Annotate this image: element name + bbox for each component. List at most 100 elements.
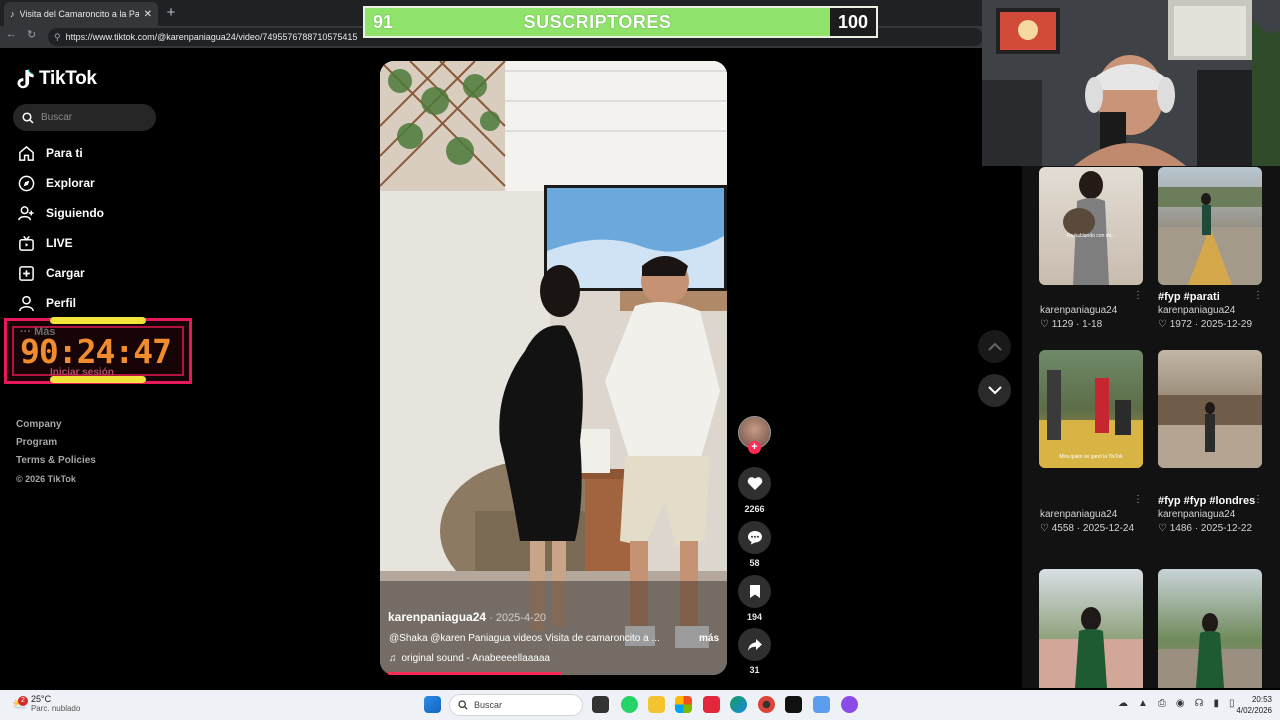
profile-icon: [19, 295, 34, 311]
sidebar-item-label: LIVE: [46, 236, 73, 250]
grid-video-title[interactable]: #fyp #parati: [1158, 290, 1252, 304]
notepad-icon[interactable]: [813, 696, 830, 713]
sidebar-item-live[interactable]: LIVE: [18, 233, 73, 253]
grid-video-user[interactable]: karenpaniagua24: [1040, 304, 1117, 318]
following-icon: [18, 205, 34, 220]
video-username[interactable]: karenpaniagua24: [388, 610, 486, 624]
more-options-icon[interactable]: ⋮: [1253, 290, 1263, 301]
grid-video-date: 2025-12-22: [1200, 523, 1253, 534]
grid-video-user[interactable]: karenpaniagua24: [1158, 508, 1258, 522]
sidebar-item-cargar[interactable]: Cargar: [18, 263, 85, 283]
grid-video-thumbnail[interactable]: [1039, 569, 1143, 688]
back-icon[interactable]: ←: [6, 28, 17, 41]
comment-button[interactable]: 58: [738, 521, 771, 568]
more-button[interactable]: más: [699, 633, 719, 644]
sidebar-item-siguiendo[interactable]: Siguiendo: [18, 203, 104, 223]
heart-outline-icon: ♡: [1158, 523, 1167, 534]
previous-video-button[interactable]: [978, 330, 1011, 363]
sidebar-footer: Company Program Terms & Policies © 2026 …: [16, 416, 96, 488]
share-icon: [747, 638, 762, 651]
video-sound[interactable]: ♫ original sound - Anabeeeellaaaaa: [389, 653, 550, 664]
grid-video-user[interactable]: karenpaniagua24: [1158, 304, 1252, 318]
windows-start-icon[interactable]: [424, 696, 441, 713]
app-m-icon[interactable]: [785, 696, 802, 713]
more-options-icon[interactable]: ⋮: [1133, 494, 1143, 505]
system-tray[interactable]: ☁▲⎙◉☊▮▯: [1118, 698, 1245, 709]
reload-icon[interactable]: ↻: [27, 28, 36, 41]
more-options-icon[interactable]: ⋮: [1133, 290, 1143, 301]
weather-desc: Parc. nublado: [30, 704, 81, 713]
thumb-illustration: [1039, 607, 1143, 688]
sidebar-item-perfil[interactable]: Perfil: [18, 293, 76, 313]
sidebar-item-label: Siguiendo: [46, 206, 104, 220]
footer-link-program[interactable]: Program: [16, 434, 96, 452]
tiktok-logo[interactable]: TikTok: [17, 68, 97, 90]
webcam-scene: [982, 0, 1280, 166]
comment-icon: [747, 531, 762, 545]
music-note-icon: ♫: [389, 653, 397, 664]
store-icon[interactable]: [675, 696, 692, 713]
taskbar-search-label: Buscar: [474, 700, 503, 710]
grid-video-views: 1486: [1169, 523, 1192, 534]
grid-video-title[interactable]: #fyp #fyp #londres: [1158, 494, 1258, 508]
sidebar-item-explorar[interactable]: Explorar: [18, 173, 95, 193]
grid-video-thumbnail[interactable]: Pa hablando con mi...: [1039, 167, 1143, 285]
clock-date: 4/02/2026: [1236, 706, 1272, 715]
grid-video-thumbnail[interactable]: Mira quién se ganó la TikTok: [1039, 350, 1143, 468]
heart-outline-icon: ♡: [1040, 319, 1049, 330]
subscriber-current: 91: [373, 11, 394, 32]
video-caption-header: karenpaniagua24 · 2025-4-20: [388, 610, 718, 624]
video-player[interactable]: [380, 61, 727, 675]
weather-temp: 25°C: [30, 694, 52, 704]
video-frame-illustration: [380, 61, 727, 675]
thumb-illustration: [1158, 613, 1262, 688]
grid-video-thumbnail[interactable]: [1158, 569, 1262, 688]
grid-video-user[interactable]: karenpaniagua24: [1040, 508, 1134, 522]
save-button[interactable]: 194: [738, 575, 771, 622]
thumb-overlay-text: Pa hablando con mi...: [1067, 233, 1115, 239]
thumb-illustration: Mira quién se ganó la TikTok: [1039, 370, 1143, 468]
search-input[interactable]: Buscar: [13, 104, 156, 131]
countdown-timer: 90:24:47: [20, 332, 172, 371]
grid-video-date: 2025-12-24: [1082, 523, 1135, 534]
logo-text: TikTok: [39, 68, 97, 89]
next-video-button[interactable]: [978, 374, 1011, 407]
url-text: https://www.tiktok.com/@karenpaniagua24/…: [65, 32, 358, 42]
chrome-icon[interactable]: [758, 696, 775, 713]
grid-video-views: 1129: [1051, 319, 1074, 330]
site-info-icon[interactable]: ⚲: [54, 32, 61, 43]
weather-widget[interactable]: ⛅2 25°C Parc. nublado: [12, 694, 80, 714]
webcam-overlay: [982, 0, 1280, 166]
grid-video-date: 1-18: [1082, 319, 1103, 330]
file-explorer-icon[interactable]: [648, 696, 665, 713]
save-count: 194: [746, 612, 763, 622]
browser-tab[interactable]: ♪ Visita del Camaroncito a la Pastelería…: [4, 2, 158, 26]
thumb-illustration: [1158, 395, 1262, 468]
grid-video-thumbnail[interactable]: [1158, 350, 1262, 468]
share-button[interactable]: 31: [738, 628, 771, 675]
new-tab-button[interactable]: +: [162, 3, 180, 23]
edge-icon[interactable]: [730, 696, 747, 713]
task-view-icon[interactable]: [592, 696, 609, 713]
sidebar-item-label: Perfil: [46, 296, 77, 310]
sidebar-item-label: Para ti: [46, 146, 83, 160]
follow-plus-icon[interactable]: +: [748, 441, 761, 454]
thumb-illustration: Pa hablando con mi...: [1063, 171, 1115, 285]
grid-video-meta: #fyp #fyp #londres karenpaniagua24 ♡ 148…: [1158, 494, 1258, 536]
taskbar-search[interactable]: Buscar: [449, 694, 583, 716]
sidebar-item-para-ti[interactable]: Para ti: [18, 143, 83, 163]
footer-link-terms[interactable]: Terms & Policies: [16, 452, 96, 470]
grid-video-thumbnail[interactable]: [1158, 167, 1262, 285]
nav-buttons: ← ↻: [6, 28, 36, 41]
close-tab-icon[interactable]: ✕: [144, 9, 152, 20]
footer-link-company[interactable]: Company: [16, 416, 96, 434]
like-button[interactable]: 2266: [738, 467, 771, 514]
subscriber-goal: 100: [830, 8, 876, 36]
discord-icon[interactable]: [841, 696, 858, 713]
thumb-illustration: [1158, 187, 1262, 285]
whatsapp-icon[interactable]: [621, 696, 638, 713]
grid-video-meta: karenpaniagua24 ♡ 4558 · 2025-12-24: [1040, 508, 1135, 534]
video-progress-bar[interactable]: [388, 672, 562, 675]
wps-icon[interactable]: [703, 696, 720, 713]
taskbar-clock[interactable]: 20:53 4/02/2026: [1228, 694, 1272, 716]
